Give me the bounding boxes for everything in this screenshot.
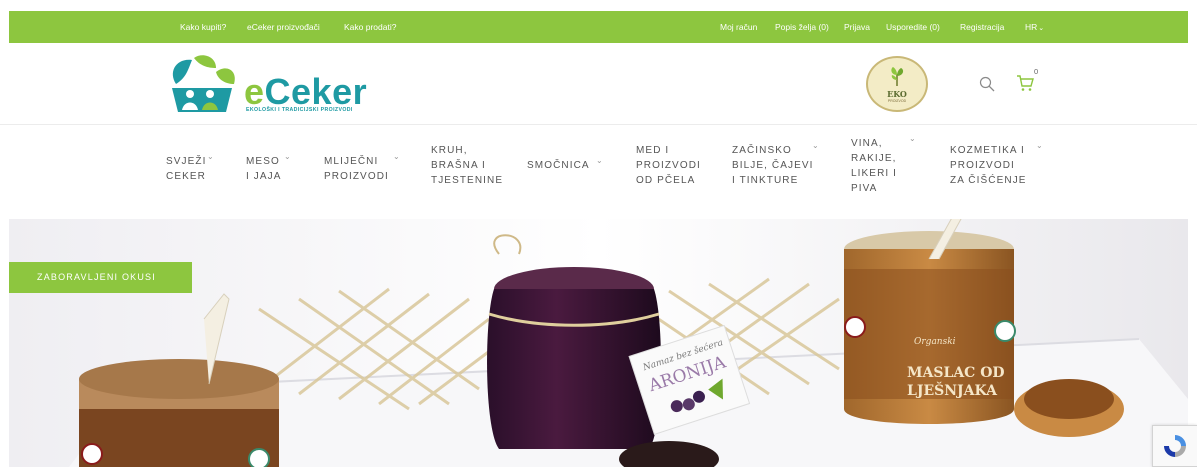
chevron-down-icon: ⌄ xyxy=(596,156,603,165)
chevron-down-icon: ⌄ xyxy=(1036,141,1043,150)
nav-item-label: ZAČINSKO BILJE, ČAJEVI I TINKTURE xyxy=(732,145,814,186)
plant-icon xyxy=(891,67,904,86)
recaptcha-badge[interactable] xyxy=(1152,425,1197,467)
nav-item-smocnica[interactable]: SMOČNICA xyxy=(527,158,590,173)
nav-item-label: SMOČNICA xyxy=(527,160,590,171)
hero-category-badge[interactable]: ZABORAVLJENI OKUSI xyxy=(9,262,192,293)
nav-item-label: MLIJEČNI PROIZVODI xyxy=(324,156,389,182)
chevron-down-icon: ⌄ xyxy=(207,152,214,161)
nav-item-zacinsko-bilje[interactable]: ZAČINSKO BILJE, ČAJEVI I TINKTURE xyxy=(732,143,814,188)
hero-image: Namaz bez šećera ARONIJA Organski MASLAC… xyxy=(9,219,1188,467)
eko-text: EKO xyxy=(887,89,907,99)
language-label: HR xyxy=(1025,22,1038,32)
link-how-to-sell[interactable]: Kako prodati? xyxy=(344,11,396,43)
link-register[interactable]: Registracija xyxy=(960,11,1004,43)
logo-wordmark: eCeker xyxy=(244,71,368,112)
recaptcha-icon xyxy=(1164,435,1186,457)
chevron-down-icon: ⌄ xyxy=(909,134,916,143)
nav-item-kruh-brasna[interactable]: KRUH, BRAŠNA I TJESTENINE xyxy=(431,143,503,188)
nav-item-vina-rakije[interactable]: VINA, RAKIJE, LIKERI I PIVA xyxy=(851,136,897,196)
chevron-down-icon: ⌄ xyxy=(812,141,819,150)
nav-item-svjezi-ceker[interactable]: SVJEŽI CEKER xyxy=(166,154,207,184)
cart-count-badge: 0 xyxy=(1034,67,1039,76)
link-compare[interactable]: Usporedite (0) xyxy=(886,11,940,43)
nav-item-label: MED I PROIZVODI OD PČELA xyxy=(636,145,701,186)
eko-subtext: PROIZVOD xyxy=(887,99,907,103)
logo-icon xyxy=(172,55,235,112)
chevron-down-icon: ⌄ xyxy=(393,152,400,161)
jar3-small-text: Organski xyxy=(914,337,956,347)
top-bar: Kako kupiti? eCeker proizvođači Kako pro… xyxy=(9,11,1188,43)
nav-item-meso-i-jaja[interactable]: MESO I JAJA xyxy=(246,154,282,184)
language-selector[interactable]: HR⌄ xyxy=(1025,11,1044,45)
header-divider xyxy=(0,124,1197,125)
nav-item-med[interactable]: MED I PROIZVODI OD PČELA xyxy=(636,143,701,188)
nav-item-label: MESO I JAJA xyxy=(246,156,282,182)
link-how-to-buy[interactable]: Kako kupiti? xyxy=(180,11,226,43)
link-wishlist[interactable]: Popis želja (0) xyxy=(775,11,829,43)
link-producers[interactable]: eCeker proizvođači xyxy=(247,11,320,43)
nav-item-label: KOZMETIKA I PROIZVODI ZA ČIŠĆENJE xyxy=(950,145,1027,186)
chevron-down-icon: ⌄ xyxy=(284,152,291,161)
eko-certificate-badge: EKO PROIZVOD xyxy=(866,56,928,112)
link-login[interactable]: Prijava xyxy=(844,11,870,43)
link-my-account[interactable]: Moj račun xyxy=(720,11,757,43)
nav-item-label: SVJEŽI CEKER xyxy=(166,156,207,182)
nav-item-kozmetika[interactable]: KOZMETIKA I PROIZVODI ZA ČIŠĆENJE xyxy=(950,143,1027,188)
site-logo[interactable]: eCeker EKOLOŠKI I TRADICIJSKI PROIZVODI xyxy=(166,52,406,118)
search-icon[interactable] xyxy=(979,76,995,92)
hero-banner[interactable]: Namaz bez šećera ARONIJA Organski MASLAC… xyxy=(9,219,1188,467)
nav-item-mlijecni-proizvodi[interactable]: MLIJEČNI PROIZVODI xyxy=(324,154,389,184)
chevron-down-icon: ⌄ xyxy=(1038,25,1045,32)
logo-tagline: EKOLOŠKI I TRADICIJSKI PROIZVODI xyxy=(246,107,353,113)
nav-item-label: KRUH, BRAŠNA I TJESTENINE xyxy=(431,145,504,186)
nav-item-label: VINA, RAKIJE, LIKERI I PIVA xyxy=(851,138,898,194)
jar3-big-text-1: MASLAC OD xyxy=(907,365,1005,381)
jar3-big-text-2: LJEŠNJAKA xyxy=(907,381,998,399)
cart-icon[interactable] xyxy=(1016,74,1034,92)
